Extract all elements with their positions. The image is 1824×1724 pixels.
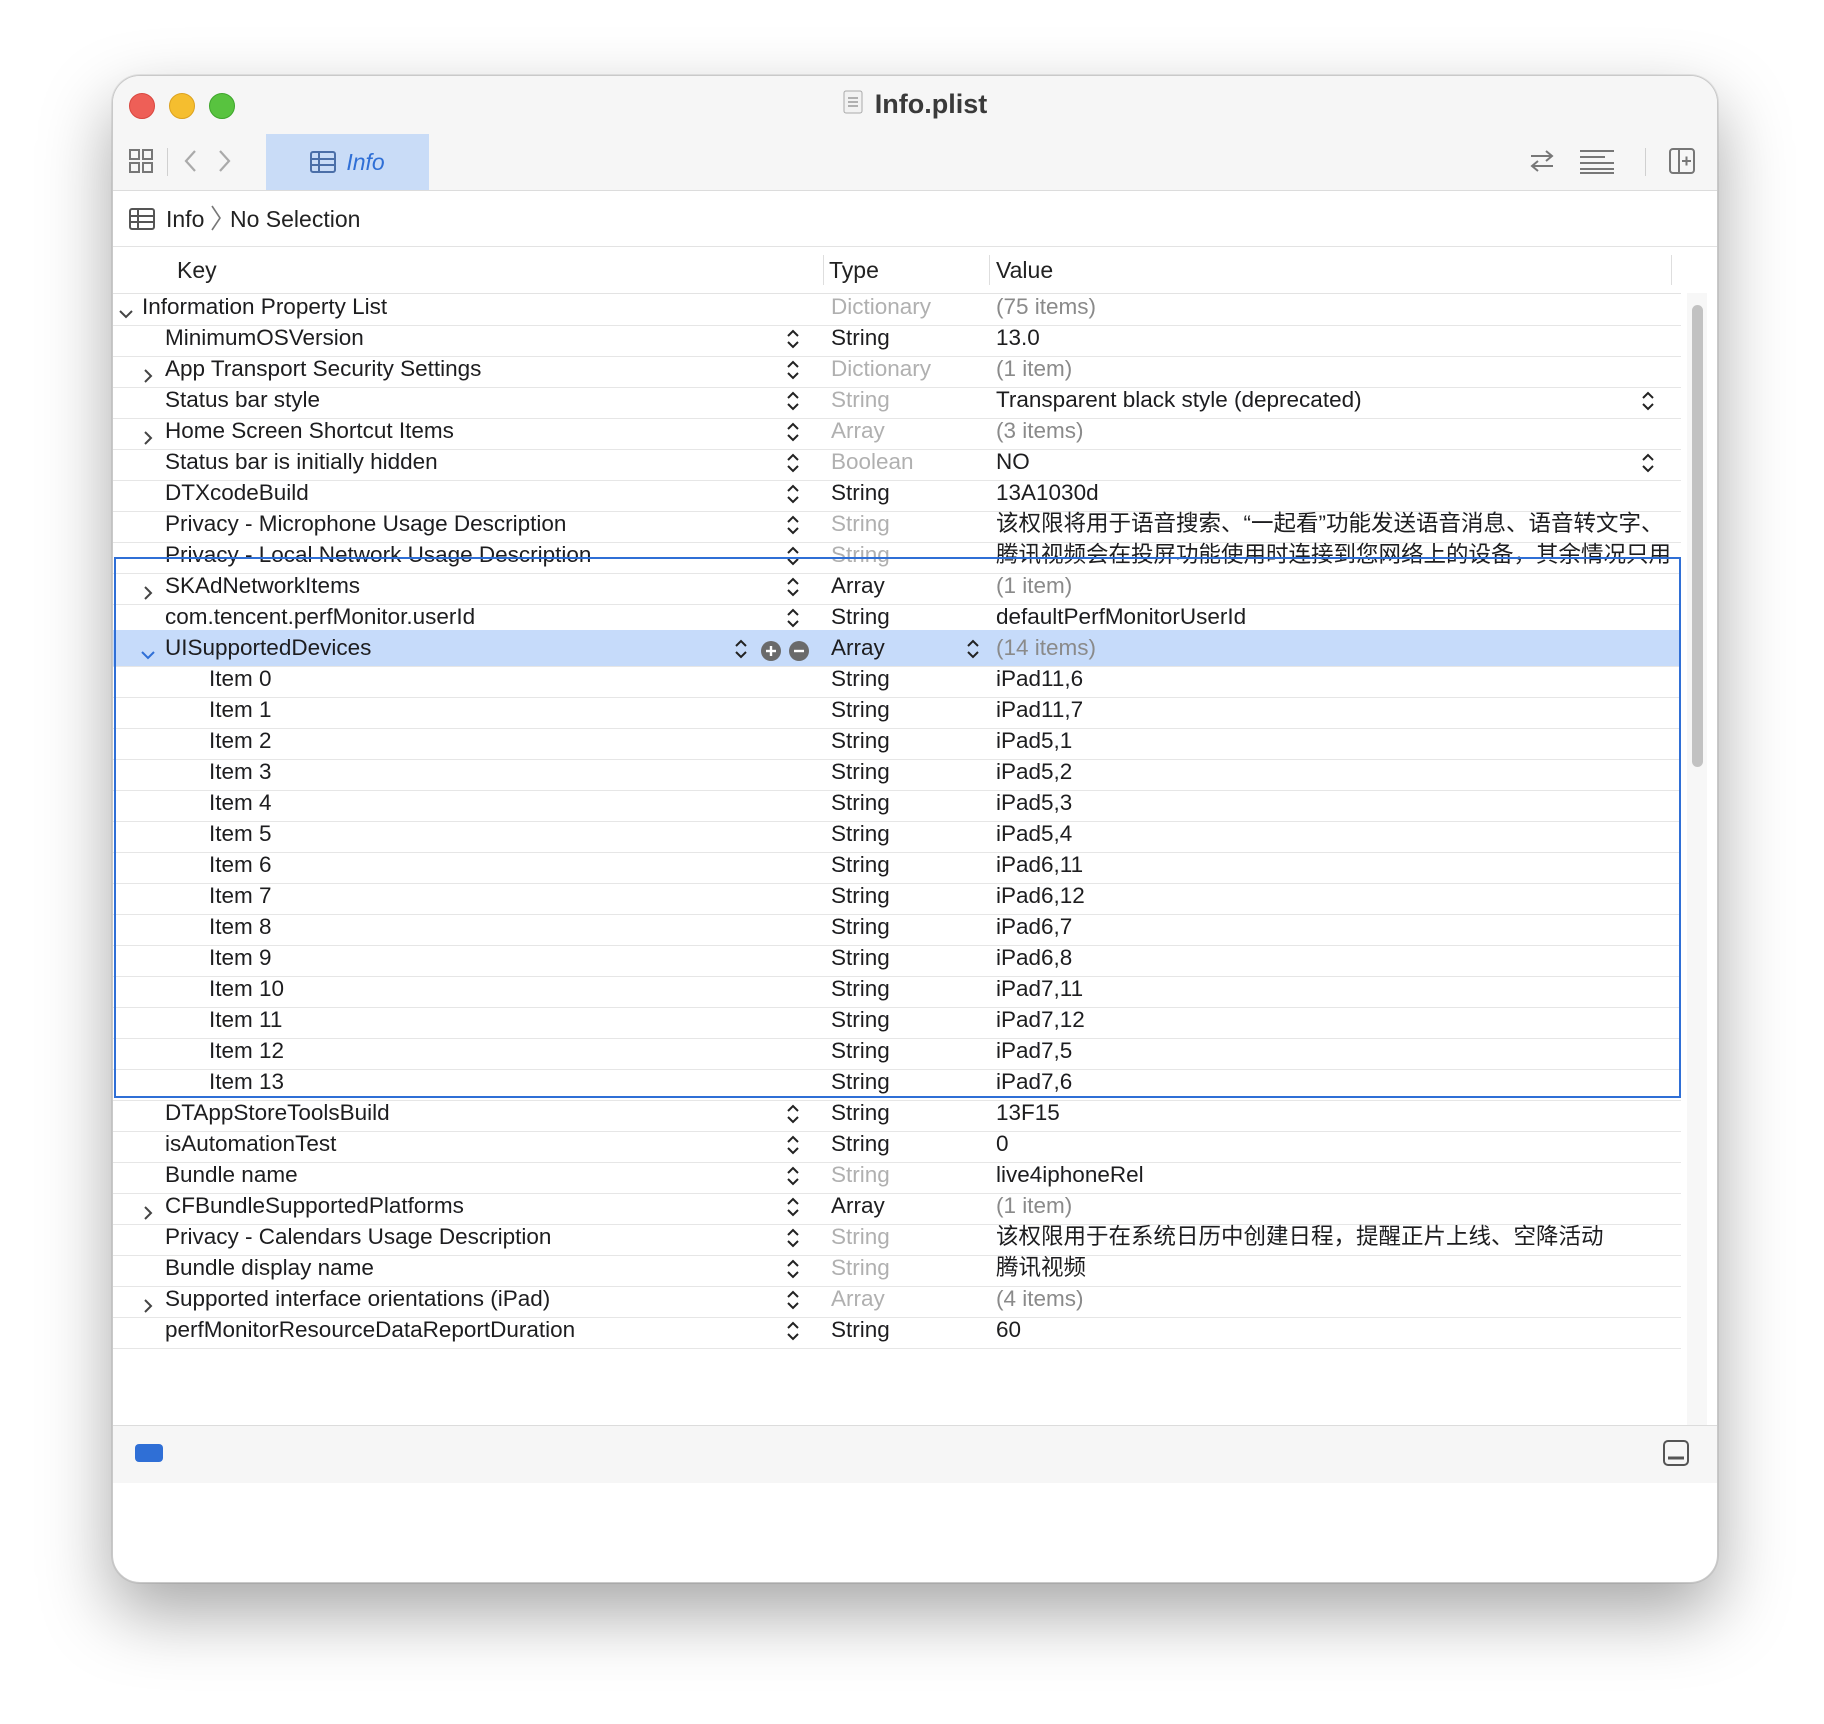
swap-arrows-icon[interactable]	[1528, 148, 1556, 179]
debug-area-toggle-icon[interactable]	[1663, 1440, 1689, 1471]
property-list-outline: Information Property List Dictionary (75 i…	[113, 293, 1681, 1425]
table-row[interactable]: perfMonitorResourceDataReportDuration Str…	[113, 1312, 1681, 1349]
title-bar: Info.plist	[113, 76, 1717, 135]
row-key[interactable]: perfMonitorResourceDataReportDuration	[165, 1312, 575, 1348]
window-title: Info.plist	[113, 89, 1717, 121]
add-editor-split-icon[interactable]	[1669, 148, 1695, 179]
row-value[interactable]: 60	[996, 1312, 1671, 1348]
scrollbar-thumb[interactable]	[1692, 305, 1703, 767]
column-key-header[interactable]: Key	[177, 257, 217, 284]
tab-info-label: Info	[346, 148, 385, 175]
window-title-text: Info.plist	[874, 89, 988, 119]
vertical-scrollbar[interactable]	[1687, 293, 1707, 1425]
toolbar-divider	[1645, 148, 1646, 176]
tab-info[interactable]: Info	[266, 134, 429, 190]
toolbar-divider	[167, 148, 168, 176]
related-items-grid-icon[interactable]	[128, 148, 154, 179]
bottom-status-bar	[113, 1425, 1717, 1483]
table-icon	[129, 208, 155, 236]
column-header: Key Type Value	[113, 247, 1681, 294]
editor-toolbar: Info	[113, 134, 1717, 191]
plist-editor-window: Info.plist Info Info No Selection Key Ty…	[112, 75, 1718, 1583]
navigator-toggle-icon[interactable]	[135, 1444, 163, 1462]
back-chevron-icon[interactable]	[181, 148, 201, 179]
forward-chevron-icon[interactable]	[214, 148, 234, 179]
plist-document-icon	[843, 90, 863, 121]
column-divider[interactable]	[989, 255, 990, 285]
column-divider[interactable]	[823, 255, 824, 285]
breadcrumb-chevron-icon	[209, 203, 223, 239]
key-stepper-icon[interactable]	[785, 1318, 801, 1354]
column-value-header[interactable]: Value	[996, 257, 1053, 284]
breadcrumb-file[interactable]: Info	[166, 206, 204, 233]
table-icon	[310, 151, 337, 173]
row-type[interactable]: String	[831, 1312, 890, 1348]
breadcrumb-selection[interactable]: No Selection	[230, 206, 360, 233]
column-divider	[1671, 255, 1672, 285]
column-type-header[interactable]: Type	[829, 257, 879, 284]
editor-options-lines-icon[interactable]	[1579, 148, 1615, 179]
jump-bar: Info No Selection	[113, 191, 1717, 247]
